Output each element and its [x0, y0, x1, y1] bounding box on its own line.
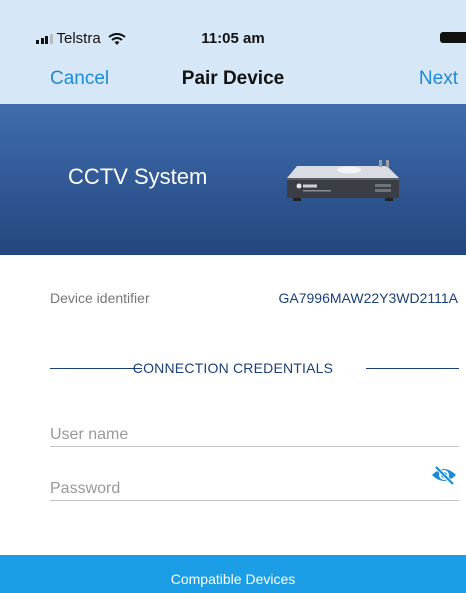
compatible-devices-button[interactable]: Compatible Devices — [0, 555, 466, 593]
compatible-devices-label: Compatible Devices — [170, 571, 296, 587]
battery-icon — [440, 32, 466, 43]
device-identifier-value: GA7996MAW22Y3WD2111A — [278, 290, 459, 306]
page-title: Pair Device — [181, 68, 285, 89]
device-identifier-row: Device identifier GA7996MAW22Y3WD2111A — [0, 290, 466, 310]
next-button[interactable]: Next — [419, 68, 458, 90]
eye-slash-icon[interactable] — [431, 464, 457, 486]
username-input[interactable] — [50, 426, 410, 444]
username-field — [50, 420, 459, 447]
device-banner: CCTV System — [0, 104, 466, 255]
password-input[interactable] — [50, 480, 410, 498]
device-identifier-label: Device identifier — [50, 290, 150, 306]
status-time: 11:05 am — [201, 30, 265, 47]
divider-right — [366, 368, 459, 369]
device-type-title: CCTV System — [68, 164, 208, 189]
dvr-recorder-icon — [287, 160, 399, 201]
status-bar: Telstra 11:05 am — [0, 0, 466, 58]
credentials-section-header: CONNECTION CREDENTIALS — [0, 360, 466, 378]
navigation-bar: Cancel Pair Device Next — [0, 58, 466, 104]
password-field — [50, 465, 459, 501]
